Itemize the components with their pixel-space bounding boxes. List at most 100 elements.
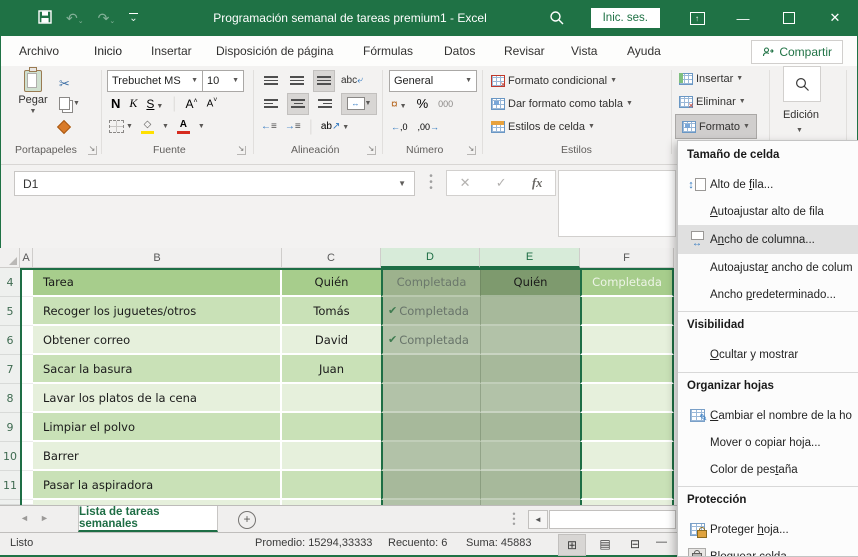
cell-styles-button[interactable]: Estilos de celda ▼ bbox=[491, 116, 595, 137]
hscroll-thumb[interactable] bbox=[549, 510, 676, 529]
column-header-a[interactable]: A bbox=[20, 248, 33, 268]
share-button[interactable]: Compartir bbox=[751, 40, 843, 64]
close-button[interactable]: ✕ bbox=[812, 0, 858, 36]
insert-cells-button[interactable]: Insertar ▼ bbox=[679, 68, 743, 89]
cell-a10[interactable] bbox=[22, 442, 33, 471]
insert-function-icon[interactable]: fx bbox=[532, 176, 542, 191]
cell-e9[interactable] bbox=[480, 413, 580, 442]
row-header[interactable]: 4 bbox=[0, 268, 20, 297]
merge-center-button[interactable]: ↔ ▼ bbox=[341, 92, 377, 115]
cell-e8[interactable] bbox=[480, 384, 580, 413]
menu-item-default-width[interactable]: Ancho predeterminado... bbox=[678, 281, 858, 308]
ribbon-display-options-icon[interactable]: ↑ bbox=[674, 0, 720, 36]
cell-f9[interactable] bbox=[580, 413, 674, 442]
comma-style-button[interactable]: 000 bbox=[438, 99, 453, 109]
cell-f8[interactable] bbox=[580, 384, 674, 413]
menu-item-lock-cell[interactable]: Bloquear celda bbox=[678, 543, 858, 556]
menu-item-column-width[interactable]: ↔ Ancho de columna... bbox=[678, 225, 858, 254]
cell-e5[interactable] bbox=[480, 297, 580, 326]
row-header[interactable]: 10 bbox=[0, 442, 20, 471]
search-icon[interactable] bbox=[537, 0, 577, 36]
align-right-button[interactable] bbox=[315, 94, 335, 114]
conditional-formatting-button[interactable]: Formato condicional▼ bbox=[491, 70, 617, 91]
row-header[interactable]: 5 bbox=[0, 297, 20, 326]
cell-f10[interactable] bbox=[580, 442, 674, 471]
page-layout-view-button[interactable]: ▤ bbox=[592, 534, 618, 554]
cell-a8[interactable] bbox=[22, 384, 33, 413]
tab-insertar[interactable]: Insertar bbox=[151, 36, 192, 66]
cell-a6[interactable] bbox=[22, 326, 33, 355]
menu-item-hide-show[interactable]: Ocultar y mostrar bbox=[678, 341, 858, 368]
cell-b4[interactable]: Tarea bbox=[33, 268, 282, 297]
cell-a5[interactable] bbox=[22, 297, 33, 326]
column-header-f[interactable]: F bbox=[580, 248, 674, 268]
fill-color-button[interactable]: ◇ bbox=[140, 119, 154, 134]
cell-c4[interactable]: Quién bbox=[282, 268, 381, 297]
zoom-out-button[interactable]: — bbox=[656, 536, 667, 548]
decrease-indent-button[interactable]: ←≡ bbox=[261, 121, 277, 132]
sheet-nav-left-icon[interactable]: ◄ bbox=[20, 513, 29, 523]
cell-c6[interactable]: David bbox=[282, 326, 381, 355]
paste-button[interactable]: Pegar ▼ bbox=[13, 67, 53, 134]
cell-c5[interactable]: Tomás bbox=[282, 297, 381, 326]
font-color-button[interactable]: A bbox=[176, 119, 190, 134]
cell-d9[interactable] bbox=[381, 413, 480, 442]
name-box-arrow-icon[interactable]: ▼ bbox=[398, 179, 406, 188]
formula-bar-resize-handle[interactable]: • • • bbox=[429, 172, 433, 194]
menu-item-row-height[interactable]: ↕ Alto de fila... bbox=[678, 171, 858, 198]
bold-button[interactable]: N bbox=[111, 96, 120, 111]
normal-view-button[interactable]: ⊞ bbox=[558, 534, 586, 556]
increase-decimal-button[interactable]: ←,0 bbox=[391, 122, 408, 132]
cell-b6[interactable]: Obtener correo bbox=[33, 326, 282, 355]
cell-f4[interactable]: Completada bbox=[580, 268, 674, 297]
font-size-select[interactable]: 10 ▼ bbox=[202, 69, 244, 92]
tab-formulas[interactable]: Fórmulas bbox=[363, 36, 413, 66]
cell-e10[interactable] bbox=[480, 442, 580, 471]
accounting-format-button[interactable]: ¤ ▼ bbox=[391, 97, 407, 111]
cell-e11[interactable] bbox=[480, 471, 580, 500]
column-header-b[interactable]: B bbox=[33, 248, 282, 268]
cell-a11[interactable] bbox=[22, 471, 33, 500]
clipboard-dialog-launcher-icon[interactable]: ↘ bbox=[88, 145, 97, 155]
italic-button[interactable]: K bbox=[129, 96, 137, 111]
underline-button[interactable]: S ▼ bbox=[146, 95, 163, 113]
cell-f11[interactable] bbox=[580, 471, 674, 500]
borders-button[interactable]: ▼ bbox=[109, 120, 133, 133]
redo-icon[interactable]: ↷⌄ bbox=[98, 11, 116, 25]
cell-a4[interactable] bbox=[22, 268, 33, 297]
cell-a7[interactable] bbox=[22, 355, 33, 384]
row-header[interactable]: 8 bbox=[0, 384, 20, 413]
cell-a9[interactable] bbox=[22, 413, 33, 442]
formula-input[interactable] bbox=[558, 170, 676, 237]
cell-f6[interactable] bbox=[580, 326, 674, 355]
alignment-dialog-launcher-icon[interactable]: ↘ bbox=[367, 145, 376, 155]
cell-b10[interactable]: Barrer bbox=[33, 442, 282, 471]
cell-c8[interactable] bbox=[282, 384, 381, 413]
tab-archivo[interactable]: Archivo bbox=[19, 36, 59, 66]
sheet-tab[interactable]: Lista de tareas semanales bbox=[78, 506, 218, 532]
percent-style-button[interactable]: % bbox=[417, 96, 429, 111]
number-format-select[interactable]: General ▼ bbox=[389, 69, 477, 92]
increase-indent-button[interactable]: →≡ bbox=[285, 121, 301, 132]
tab-datos[interactable]: Datos bbox=[444, 36, 475, 66]
cell-b5[interactable]: Recoger los juguetes/otros bbox=[33, 297, 282, 326]
align-bottom-button[interactable] bbox=[313, 69, 335, 92]
format-cells-button[interactable]: Formato ▼ bbox=[675, 114, 757, 139]
cell-d11[interactable] bbox=[381, 471, 480, 500]
delete-cells-button[interactable]: Eliminar▼ bbox=[679, 91, 746, 112]
align-left-button[interactable] bbox=[261, 94, 281, 114]
cell-e4[interactable]: Quién bbox=[480, 268, 580, 297]
row-header[interactable]: 7 bbox=[0, 355, 20, 384]
align-middle-button[interactable] bbox=[287, 71, 307, 91]
menu-item-tab-color[interactable]: Color de pestaña bbox=[678, 456, 858, 483]
menu-item-move-copy-sheet[interactable]: Mover o copiar hoja... bbox=[678, 429, 858, 456]
sign-in-button[interactable]: Inic. ses. bbox=[590, 8, 660, 28]
tab-revisar[interactable]: Revisar bbox=[504, 36, 545, 66]
hscroll-left-icon[interactable]: ◄ bbox=[528, 510, 548, 529]
cell-d10[interactable] bbox=[381, 442, 480, 471]
font-name-select[interactable]: Trebuchet MS ▼ bbox=[107, 69, 203, 92]
name-box[interactable]: D1 ▼ bbox=[14, 171, 415, 196]
cell-e6[interactable] bbox=[480, 326, 580, 355]
cut-button[interactable]: ✂ bbox=[59, 73, 70, 94]
cell-b8[interactable]: Lavar los platos de la cena bbox=[33, 384, 282, 413]
